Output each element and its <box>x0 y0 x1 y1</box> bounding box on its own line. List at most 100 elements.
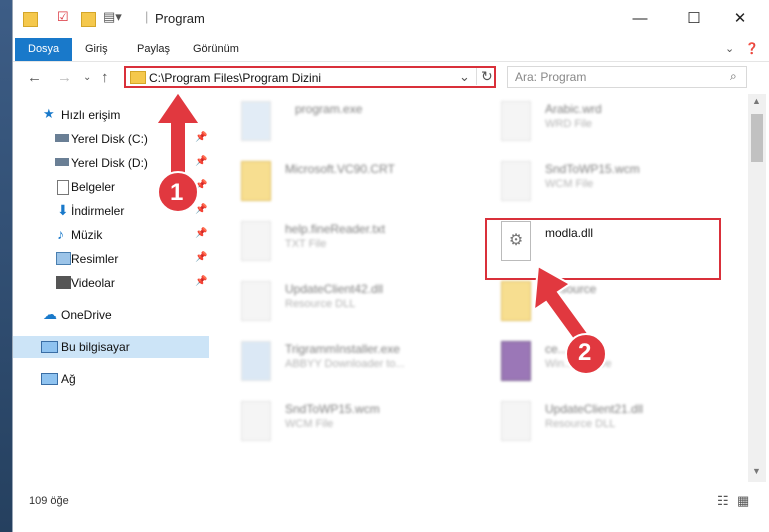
tab-gorunum[interactable]: Görünüm <box>193 38 239 61</box>
sidebar-item-network[interactable]: Ağ <box>13 368 209 390</box>
sidebar-item-this-pc[interactable]: Bu bilgisayar <box>13 336 209 358</box>
pictures-icon <box>56 252 71 265</box>
explorer-window: ☑ ▤▾ | Program — ☐ ✕ Dosya Giriş Paylaş … <box>12 0 769 532</box>
file-item[interactable]: UpdateClient21.dll Resource DLL <box>483 396 713 452</box>
ribbon: Dosya Giriş Paylaş Görünüm ⌄ ❓ <box>13 38 769 62</box>
back-arrow-icon[interactable]: ← <box>27 69 42 86</box>
sidebar-item-label: Hızlı erişim <box>61 108 121 122</box>
file-item[interactable]: Resource <box>483 276 713 332</box>
maximize-button[interactable]: ☐ <box>679 6 709 32</box>
folder-icon <box>23 12 38 27</box>
file-item[interactable]: Microsoft.VC90.CRT <box>223 156 453 212</box>
scroll-up-icon[interactable]: ▲ <box>752 96 761 106</box>
sidebar-item-label: Yerel Disk (D:) <box>71 156 148 170</box>
file-item[interactable]: Arabic.wrd WRD File <box>483 96 713 152</box>
scroll-down-icon[interactable]: ▼ <box>752 466 761 476</box>
address-bar[interactable]: C:\Program Files\Program Dizini ⌄ ↻ <box>124 66 496 88</box>
tab-dosya[interactable]: Dosya <box>15 38 73 61</box>
sidebar-item-label: Yerel Disk (C:) <box>71 132 148 146</box>
file-type: Resource DLL <box>285 298 356 310</box>
sidebar-item-videos[interactable]: Videolar 📌 <box>13 272 209 294</box>
address-path: C:\Program Files\Program Dizini <box>149 71 322 85</box>
scrollbar-thumb[interactable] <box>751 114 763 162</box>
pin-icon[interactable]: 📌 <box>195 180 207 191</box>
item-count: 109 öğe <box>29 495 69 507</box>
annotation-number-2: 2 <box>578 339 592 366</box>
file-name: help.fineReader.txt <box>285 222 386 236</box>
file-item[interactable]: UpdateClient42.dll Resource DLL <box>223 276 453 332</box>
sidebar-item-label: Belgeler <box>71 180 116 194</box>
chevron-down-icon[interactable]: ⌄ <box>725 38 734 61</box>
pin-icon[interactable]: 📌 <box>195 276 207 287</box>
sidebar-item-quick-access[interactable]: ★ Hızlı erişim <box>13 104 209 126</box>
file-icon <box>501 101 531 141</box>
sidebar-item-local-disk-c[interactable]: Yerel Disk (C:) 📌 <box>13 128 209 150</box>
file-name: program.exe <box>295 102 363 116</box>
sidebar-item-pictures[interactable]: Resimler 📌 <box>13 248 209 270</box>
installer-icon <box>241 341 271 381</box>
file-name: UpdateClient42.dll <box>285 282 384 296</box>
new-folder-icon[interactable] <box>81 12 96 27</box>
pin-icon[interactable]: 📌 <box>195 228 207 239</box>
pin-icon[interactable]: 📌 <box>195 156 207 167</box>
file-type: ABBYY Downloader to... <box>285 358 405 370</box>
text-file-icon <box>241 221 271 261</box>
video-icon <box>56 276 71 289</box>
help-icon[interactable]: ❓ <box>745 38 759 61</box>
file-item[interactable]: help.fineReader.txt TXT File <box>223 216 453 272</box>
dll-gear-icon <box>501 401 531 441</box>
sidebar-item-onedrive[interactable]: ☁ OneDrive <box>13 304 209 326</box>
customize-toolbar-icon[interactable]: ▤▾ <box>103 9 122 29</box>
folder-icon <box>130 71 146 84</box>
sidebar-item-label: OneDrive <box>61 308 112 322</box>
file-item[interactable]: TrigrammInstaller.exe ABBYY Downloader t… <box>223 336 453 392</box>
tab-paylas[interactable]: Paylaş <box>137 38 170 61</box>
file-name: Resource <box>545 282 597 296</box>
large-icons-view-icon[interactable]: ▦ <box>737 493 749 509</box>
pin-icon[interactable]: 📌 <box>195 252 207 263</box>
sidebar-item-label: Resimler <box>71 252 119 266</box>
file-type: Resource DLL <box>545 418 616 430</box>
title-separator: | <box>145 9 149 24</box>
download-icon: ⬇ <box>57 202 69 218</box>
file-name: ce...es.cab <box>545 342 604 356</box>
sidebar-item-label: Ağ <box>61 372 76 386</box>
file-icon <box>241 401 271 441</box>
exe-file-icon <box>241 101 271 141</box>
close-button[interactable]: ✕ <box>725 6 755 32</box>
file-item[interactable]: program.exe <box>223 96 453 152</box>
folder-icon <box>241 161 271 201</box>
properties-icon[interactable]: ☑ <box>57 9 69 29</box>
forward-arrow-icon[interactable]: → <box>57 69 72 86</box>
file-item[interactable]: SndToWP15.wcm WCM File <box>483 156 713 212</box>
minimize-button[interactable]: — <box>625 6 655 32</box>
file-list: program.exe Arabic.wrd WRD File Microsof… <box>223 94 745 482</box>
search-icon: ⌕ <box>730 69 737 83</box>
file-type: TXT File <box>285 238 327 250</box>
file-name: SndToWP15.wcm <box>545 162 640 176</box>
file-item[interactable]: SndToWP15.wcm WCM File <box>223 396 453 452</box>
address-dropdown-icon[interactable]: ⌄ <box>459 69 470 85</box>
file-type: WCM File <box>545 178 594 190</box>
up-arrow-icon[interactable]: ↑ <box>101 69 109 86</box>
file-name: TrigrammInstaller.exe <box>285 342 400 356</box>
file-name: SndToWP15.wcm <box>285 402 380 416</box>
file-item[interactable]: ce...es.cab Win... archive <box>483 336 713 392</box>
address-row: ← → ⌄ ↑ C:\Program Files\Program Dizini … <box>13 62 769 94</box>
file-icon <box>501 161 531 201</box>
sidebar-item-music[interactable]: ♪ Müzik 📌 <box>13 224 209 246</box>
refresh-icon[interactable]: ↻ <box>476 68 493 85</box>
vertical-scrollbar[interactable]: ▲ ▼ <box>748 94 766 482</box>
recent-chevron-icon[interactable]: ⌄ <box>83 72 91 83</box>
archive-icon <box>501 341 531 381</box>
details-view-icon[interactable]: ☷ <box>717 493 729 509</box>
document-icon <box>57 180 69 195</box>
pin-icon[interactable]: 📌 <box>195 204 207 215</box>
sidebar-item-label: İndirmeler <box>71 204 125 218</box>
tab-giris[interactable]: Giriş <box>85 38 108 61</box>
search-placeholder: Ara: Program <box>515 70 587 84</box>
sidebar-item-local-disk-d[interactable]: Yerel Disk (D:) 📌 <box>13 152 209 174</box>
file-type: WRD File <box>545 118 593 130</box>
pin-icon[interactable]: 📌 <box>195 132 207 143</box>
search-input[interactable]: Ara: Program ⌕ <box>507 66 747 88</box>
